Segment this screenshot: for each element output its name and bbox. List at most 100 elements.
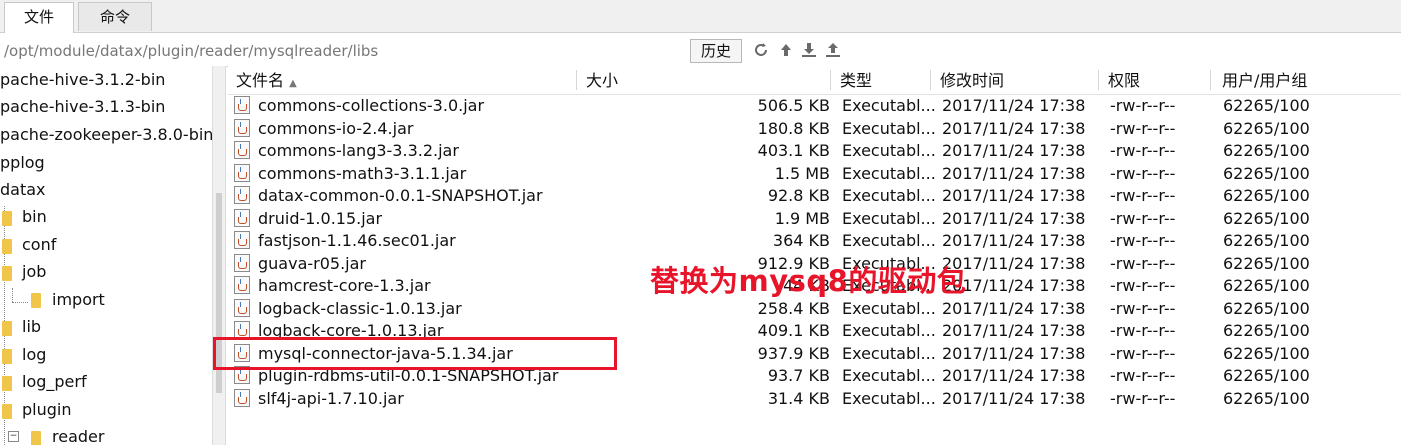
file-row[interactable]: druid-1.0.15.jar 1.9 MB Executabl... 2017/1… <box>228 207 1401 230</box>
file-name: commons-lang3-3.3.2.jar <box>258 141 459 160</box>
file-permissions: -rw-r--r-- <box>1110 96 1176 115</box>
jar-file-icon <box>234 276 250 294</box>
history-button[interactable]: 历史 <box>690 39 742 63</box>
file-permissions: -rw-r--r-- <box>1110 141 1176 160</box>
download-icon[interactable] <box>800 41 818 59</box>
file-permissions: -rw-r--r-- <box>1110 298 1176 318</box>
tree-item-label: plugin <box>22 400 72 419</box>
file-row[interactable]: commons-lang3-3.3.2.jar 403.1 KB Executabl… <box>228 139 1401 162</box>
tree-item-lib[interactable]: lib <box>22 314 41 340</box>
file-type: Executabl... <box>842 96 936 115</box>
file-permissions: -rw-r--r-- <box>1110 118 1176 138</box>
highlight-box <box>213 337 617 370</box>
tree-item-log[interactable]: log <box>22 342 46 368</box>
column-header-modified[interactable]: 修改时间 <box>940 66 1004 94</box>
file-type: Executabl... <box>842 388 936 408</box>
column-header-name[interactable]: 文件名 ▲ <box>236 66 297 94</box>
file-size: 180.8 KB <box>757 118 830 138</box>
path-input[interactable]: /opt/module/datax/plugin/reader/mysqlrea… <box>4 40 684 62</box>
up-icon[interactable] <box>777 41 795 59</box>
jar-file-icon <box>234 231 250 249</box>
file-size: 93.7 KB <box>767 366 830 385</box>
tree-item-label: pache-hive-3.1.3-bin <box>0 97 166 116</box>
folder-icon <box>2 211 12 226</box>
file-row[interactable]: commons-math3-3.1.1.jar 1.5 MB Executabl..… <box>228 162 1401 185</box>
tree-item-apache-zookeeper[interactable]: pache-zookeeper-3.8.0-bin <box>0 122 212 148</box>
column-header-permissions[interactable]: 权限 <box>1108 66 1140 94</box>
annotation-text: 替换为mysq8的驱动包 <box>650 264 967 298</box>
file-row[interactable]: fastjson-1.1.46.sec01.jar 364 KB Executabl… <box>228 229 1401 252</box>
file-name: guava-r05.jar <box>258 253 366 273</box>
file-permissions: -rw-r--r-- <box>1110 208 1176 228</box>
tab-files[interactable]: 文件 <box>4 2 74 33</box>
file-modified: 2017/11/24 17:38 <box>942 343 1086 363</box>
jar-file-icon <box>234 253 250 272</box>
file-type: Executabl... <box>842 321 936 340</box>
tab-commands[interactable]: 命令 <box>78 2 152 31</box>
file-size: 364 KB <box>772 231 830 250</box>
column-header-owner[interactable]: 用户/用户组 <box>1222 66 1307 94</box>
file-type: Executabl... <box>842 343 936 363</box>
tree-item-bin[interactable]: bin <box>22 204 47 230</box>
file-owner: 62265/100 <box>1223 366 1310 385</box>
tree-item-label: datax <box>0 180 46 199</box>
file-owner: 62265/100 <box>1223 118 1310 138</box>
file-type: Executabl... <box>842 163 936 183</box>
path-bar: /opt/module/datax/plugin/reader/mysqlrea… <box>0 34 1401 67</box>
file-size: 31.4 KB <box>767 388 830 408</box>
file-row[interactable]: slf4j-api-1.7.10.jar 31.4 KB Executabl... 2… <box>228 387 1401 410</box>
file-owner: 62265/100 <box>1223 276 1310 295</box>
file-row[interactable]: commons-io-2.4.jar 180.8 KB Executabl... 20… <box>228 117 1401 140</box>
folder-icon <box>31 431 41 445</box>
tree-item-conf[interactable]: conf <box>22 232 56 258</box>
file-modified: 2017/11/24 17:38 <box>942 231 1086 250</box>
tree-item-applog[interactable]: pplog <box>0 150 45 176</box>
file-name: hamcrest-core-1.3.jar <box>258 276 431 295</box>
tree-item-reader[interactable]: reader <box>52 424 104 445</box>
file-size: 1.9 MB <box>774 208 830 228</box>
file-size: 403.1 KB <box>757 141 830 160</box>
file-name: datax-common-0.0.1-SNAPSHOT.jar <box>258 186 543 205</box>
column-header-row: 文件名 ▲ 大小 类型 修改时间 权限 用户/用户组 <box>228 66 1401 95</box>
file-name: commons-io-2.4.jar <box>258 118 414 138</box>
tree-item-apache-hive-313[interactable]: pache-hive-3.1.3-bin <box>0 94 165 120</box>
file-name: slf4j-api-1.7.10.jar <box>258 388 404 408</box>
refresh-icon[interactable] <box>752 41 770 59</box>
jar-file-icon <box>234 208 250 227</box>
file-modified: 2017/11/24 17:38 <box>942 366 1086 385</box>
file-row[interactable]: datax-common-0.0.1-SNAPSHOT.jar 92.8 KB Ex… <box>228 184 1401 207</box>
tree-item-import[interactable]: import <box>52 287 105 313</box>
tree-scrollbar[interactable] <box>212 66 226 445</box>
file-owner: 62265/100 <box>1223 186 1310 205</box>
tree-item-label: log <box>22 345 47 364</box>
file-permissions: -rw-r--r-- <box>1110 343 1176 363</box>
file-owner: 62265/100 <box>1223 231 1310 250</box>
file-permissions: -rw-r--r-- <box>1110 321 1176 340</box>
file-modified: 2017/11/24 17:38 <box>942 141 1086 160</box>
upload-icon[interactable] <box>824 41 842 59</box>
column-header-size[interactable]: 大小 <box>586 66 618 94</box>
file-type: Executabl... <box>842 186 936 205</box>
file-permissions: -rw-r--r-- <box>1110 366 1176 385</box>
tree-item-log-perf[interactable]: log_perf <box>22 369 87 395</box>
collapse-icon[interactable]: − <box>8 431 19 442</box>
file-permissions: -rw-r--r-- <box>1110 163 1176 183</box>
tree-item-label: log_perf <box>22 372 87 391</box>
folder-icon <box>2 349 12 364</box>
file-type: Executabl... <box>842 141 936 160</box>
file-modified: 2017/11/24 17:38 <box>942 163 1086 183</box>
file-row[interactable]: commons-collections-3.0.jar 506.5 KB Execu… <box>228 94 1401 117</box>
tree-item-job[interactable]: job <box>22 259 46 285</box>
tree-item-apache-hive-312[interactable]: pache-hive-3.1.2-bin <box>0 67 165 93</box>
column-header-type[interactable]: 类型 <box>840 66 872 94</box>
file-modified: 2017/11/24 17:38 <box>942 96 1086 115</box>
file-name: commons-math3-3.1.1.jar <box>258 163 467 183</box>
jar-file-icon <box>234 141 250 159</box>
file-size: 1.5 MB <box>774 163 830 183</box>
tree-item-label: reader <box>52 427 105 445</box>
tree-item-plugin[interactable]: plugin <box>22 397 71 423</box>
file-modified: 2017/11/24 17:38 <box>942 388 1086 408</box>
tree-item-label: job <box>22 262 47 281</box>
tree-item-datax[interactable]: datax <box>0 177 46 203</box>
file-size: 937.9 KB <box>757 343 830 363</box>
